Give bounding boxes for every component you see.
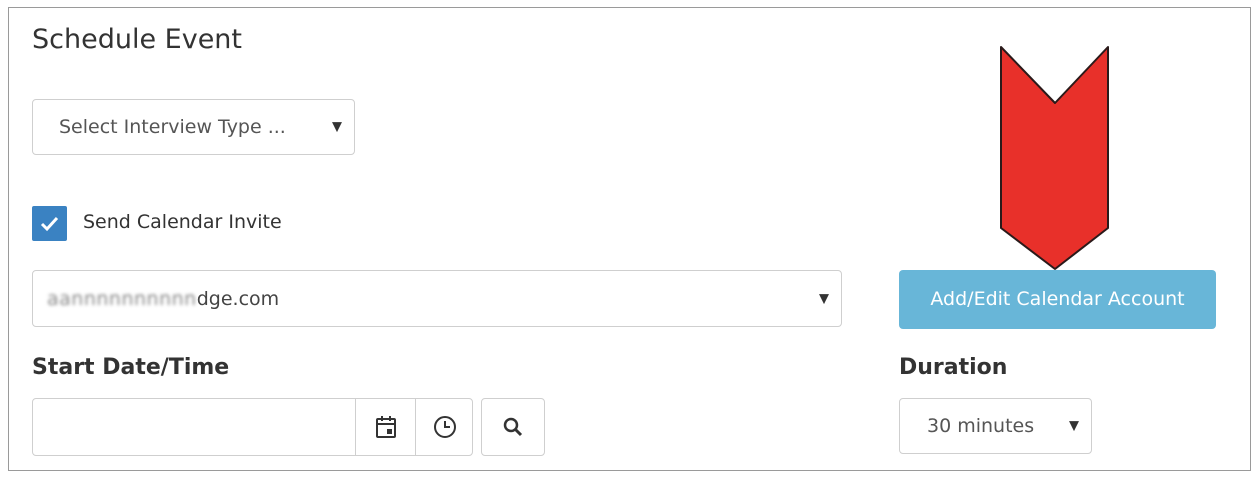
interview-type-value: Select Interview Type ... [59, 116, 286, 138]
calendar-account-value: aannnnnnnnnndge.com [47, 288, 279, 310]
annotation-arrow [1000, 46, 1109, 270]
email-suffix: dge.com [196, 287, 280, 310]
page-title: Schedule Event [32, 24, 243, 55]
chevron-down-icon: ▼ [1069, 418, 1079, 434]
calendar-account-select[interactable]: aannnnnnnnnndge.com ▼ [32, 270, 842, 327]
start-datetime-input[interactable] [33, 399, 355, 455]
checkmark-icon [40, 216, 59, 232]
duration-label: Duration [899, 355, 1008, 380]
time-picker-button[interactable] [415, 399, 473, 455]
duration-value: 30 minutes [927, 415, 1035, 437]
chevron-down-icon: ▼ [819, 291, 829, 306]
add-edit-calendar-account-button[interactable]: Add/Edit Calendar Account [899, 270, 1216, 329]
search-button[interactable] [481, 398, 545, 456]
duration-select[interactable]: 30 minutes ▼ [899, 398, 1092, 454]
search-icon [503, 417, 523, 437]
interview-type-select[interactable]: Select Interview Type ... ▼ [32, 99, 355, 155]
send-invite-label[interactable]: Send Calendar Invite [83, 211, 282, 233]
start-datetime-group [32, 398, 473, 456]
schedule-event-panel: Schedule Event Select Interview Type ...… [8, 7, 1251, 471]
chevron-down-icon: ▼ [332, 119, 342, 135]
send-invite-checkbox[interactable] [32, 206, 67, 241]
obscured-email: aannnnnnnnnn [47, 287, 197, 310]
calendar-icon [375, 416, 396, 438]
calendar-picker-button[interactable] [355, 399, 415, 455]
start-datetime-label: Start Date/Time [32, 355, 230, 380]
clock-icon [433, 416, 456, 438]
